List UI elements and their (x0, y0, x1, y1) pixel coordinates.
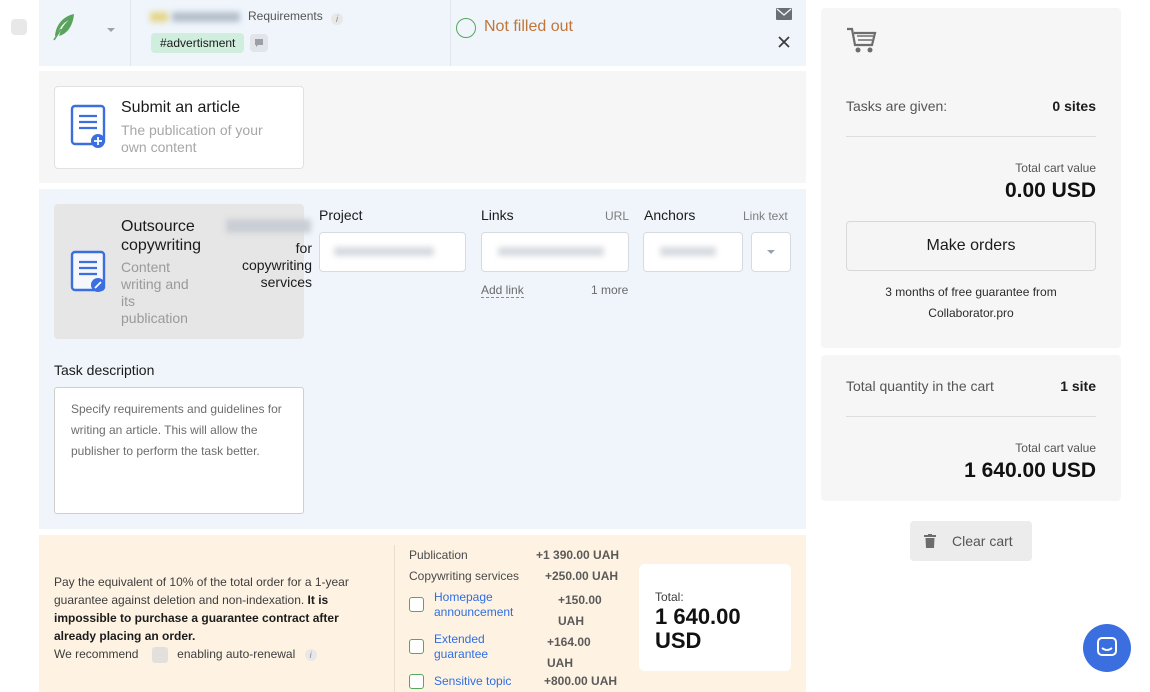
auto-renewal-row: We recommend enabling auto-renewal i (54, 645, 317, 663)
submit-article-subtitle: The publication of your own content (121, 122, 263, 155)
chevron-down-icon[interactable] (106, 22, 116, 32)
cart-summary-total-label: Total cart value (1015, 441, 1096, 455)
mail-icon[interactable] (776, 8, 792, 20)
comment-icon[interactable] (250, 34, 268, 52)
tasks-given-value: 0 sites (1052, 98, 1096, 114)
document-add-icon (70, 104, 108, 150)
extended-guarantee-value: +164.00 UAH (547, 635, 591, 670)
copywriting-price-suffix: for copywriting services (241, 240, 312, 290)
blurred-site-name (150, 8, 244, 24)
task-description-label: Task description (54, 362, 155, 378)
extended-guarantee-label[interactable]: Extended guarantee (434, 632, 529, 662)
chat-button[interactable] (1083, 624, 1131, 672)
guarantee-text: Pay the equivalent of 10% of the total o… (54, 573, 384, 645)
copywriting-value: +250.00 UAH (545, 569, 619, 583)
anchor-dropdown[interactable] (751, 232, 791, 272)
divider (846, 136, 1096, 137)
chat-icon (1097, 637, 1117, 656)
anchors-label: Anchors (644, 207, 696, 223)
add-link-button[interactable]: Add link (481, 283, 524, 298)
requirements-label: Requirements (248, 9, 323, 23)
project-label: Project (319, 207, 363, 223)
outsource-subtitle: Content writing and its publication (121, 259, 189, 326)
tasks-given-label: Tasks are given: (846, 98, 948, 114)
copywriting-label: Copywriting services (409, 569, 520, 583)
recommend-text: We recommend (54, 647, 139, 661)
sensitive-topic-label[interactable]: Sensitive topic (434, 674, 511, 689)
anchor-text-input[interactable] (643, 232, 743, 272)
status-circle-icon (456, 18, 476, 38)
divider (450, 0, 451, 66)
info-icon[interactable]: i (304, 648, 317, 661)
make-orders-button[interactable]: Make orders (846, 221, 1096, 271)
project-select[interactable] (319, 232, 466, 272)
auto-renewal-checkbox[interactable] (151, 646, 168, 663)
close-icon[interactable] (778, 36, 790, 48)
task-description-textarea[interactable]: Specify requirements and guidelines for … (54, 387, 304, 514)
clear-cart-button[interactable]: Clear cart (910, 521, 1032, 561)
divider (130, 0, 131, 66)
free-guarantee-note: 3 months of free guarantee from Collabor… (885, 285, 1057, 320)
cart-summary-total-value: 1 640.00 USD (964, 459, 1096, 482)
homepage-announcement-checkbox[interactable] (409, 597, 424, 612)
divider (394, 545, 395, 692)
clear-cart-label: Clear cart (952, 533, 1013, 549)
links-label: Links (481, 207, 514, 223)
auto-renewal-label: enabling auto-renewal (177, 647, 296, 661)
cart-total-label: Total cart value (1015, 161, 1096, 175)
publication-value: +1 390.00 UAH (536, 548, 620, 562)
sensitive-topic-value: +800.00 UAH (544, 674, 618, 688)
cart-quantity-value: 1 site (1060, 378, 1096, 394)
info-icon[interactable]: i (331, 10, 343, 25)
trash-icon (924, 534, 936, 548)
link-url-input[interactable] (481, 232, 629, 272)
links-more[interactable]: 1 more (591, 283, 628, 297)
publication-label: Publication (409, 548, 468, 562)
homepage-announcement-label[interactable]: Homepage announcement (434, 590, 529, 620)
cart-quantity-label: Total quantity in the cart (846, 378, 994, 394)
tag-chip[interactable]: #advertisment (151, 33, 245, 53)
homepage-announcement-value: +150.00 UAH (558, 593, 602, 628)
anchors-hint: Link text (743, 209, 788, 223)
outsource-title: Outsource copywriting (121, 218, 202, 254)
cart-total-value: 0.00 USD (1004, 179, 1096, 202)
total-label: Total: (655, 590, 684, 604)
sensitive-topic-checkbox[interactable] (409, 674, 424, 689)
submit-article-title: Submit an article (121, 99, 241, 116)
feather-icon (50, 12, 78, 42)
status-text: Not filled out (484, 18, 573, 35)
row-checkbox[interactable] (11, 19, 27, 35)
total-value: 1 640.00 USD (655, 604, 741, 653)
links-hint: URL (605, 209, 630, 223)
cart-icon (846, 27, 878, 55)
extended-guarantee-checkbox[interactable] (409, 639, 424, 654)
blurred-price (226, 219, 311, 233)
guarantee-description: Pay the equivalent of 10% of the total o… (54, 575, 349, 607)
divider (846, 416, 1096, 417)
document-edit-icon (70, 250, 108, 294)
